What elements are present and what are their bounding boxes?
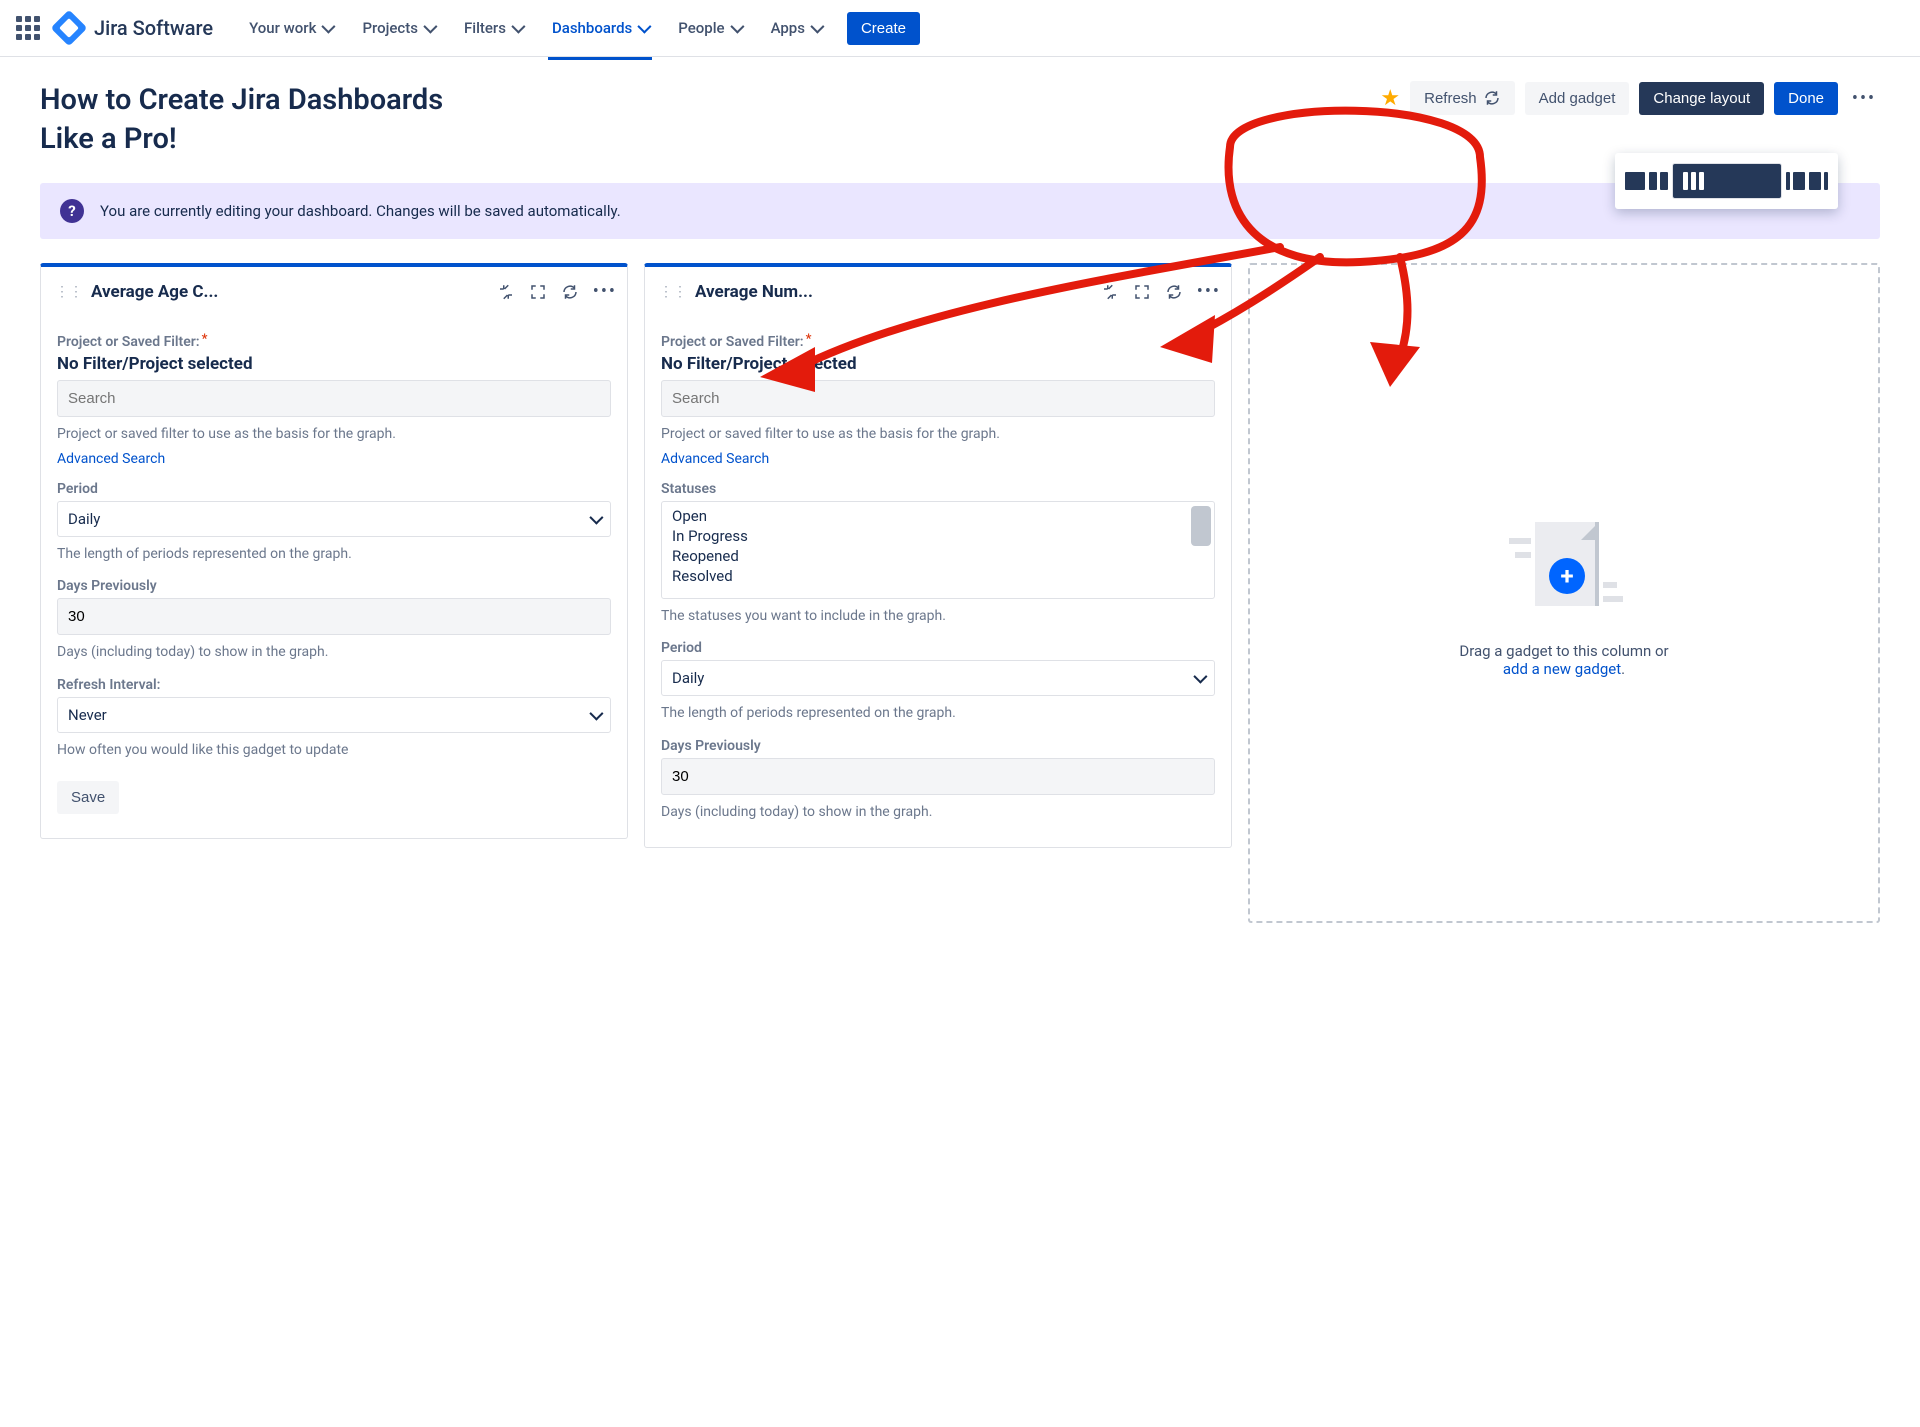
chevron-down-icon	[589, 707, 603, 721]
gadget-more-icon[interactable]: •••	[593, 281, 617, 302]
gadget-more-icon[interactable]: •••	[1197, 281, 1221, 302]
filter-search-input[interactable]	[57, 380, 611, 417]
refresh-button[interactable]: Refresh	[1410, 81, 1515, 115]
filter-value: No Filter/Project selected	[661, 354, 1215, 374]
days-input[interactable]	[661, 758, 1215, 795]
chevron-down-icon	[589, 510, 603, 524]
filter-label: Project or Saved Filter:	[661, 334, 1215, 350]
add-new-gadget-link[interactable]: add a new gadget	[1503, 660, 1621, 678]
nav-people[interactable]: People	[666, 13, 752, 43]
days-help: Days (including today) to show in the gr…	[661, 803, 1215, 823]
layout-option-3col[interactable]	[1672, 163, 1782, 199]
chevron-down-icon	[730, 20, 744, 34]
nav-your-work[interactable]: Your work	[237, 13, 344, 43]
nav-filters[interactable]: Filters	[452, 13, 534, 43]
banner-text: You are currently editing your dashboard…	[100, 202, 621, 220]
status-option[interactable]: In Progress	[662, 526, 1214, 546]
refresh-icon	[1483, 89, 1501, 107]
status-option[interactable]: Resolved	[662, 566, 1214, 586]
chevron-down-icon	[322, 20, 336, 34]
filter-value: No Filter/Project selected	[57, 354, 611, 374]
chevron-down-icon	[1193, 670, 1207, 684]
jira-logo-icon	[51, 10, 88, 47]
period-label: Period	[57, 481, 611, 497]
app-switcher-icon[interactable]	[16, 16, 40, 40]
dots-icon: •••	[1852, 88, 1876, 109]
advanced-search-link[interactable]: Advanced Search	[57, 451, 165, 467]
empty-column-text: Drag a gadget to this column or add a ne…	[1459, 642, 1668, 678]
refresh-interval-label: Refresh Interval:	[57, 677, 611, 693]
fullscreen-icon[interactable]	[529, 283, 547, 301]
empty-dashboard-column[interactable]: + Drag a gadget to this column or add a …	[1248, 263, 1880, 923]
statuses-label: Statuses	[661, 481, 1215, 497]
gadget-title: Average Num...	[695, 282, 1093, 302]
refresh-interval-help: How often you would like this gadget to …	[57, 741, 611, 761]
days-label: Days Previously	[661, 738, 1215, 754]
nav-projects[interactable]: Projects	[350, 13, 446, 43]
fullscreen-icon[interactable]	[1133, 283, 1151, 301]
drag-handle-icon[interactable]: ⋮⋮	[659, 284, 687, 300]
advanced-search-link[interactable]: Advanced Search	[661, 451, 769, 467]
layout-option-2col[interactable]	[1649, 163, 1668, 199]
statuses-listbox[interactable]: Open In Progress Reopened Resolved	[661, 501, 1215, 599]
filter-search-input[interactable]	[661, 380, 1215, 417]
layout-option-right-wide[interactable]	[1809, 163, 1828, 199]
drag-handle-icon[interactable]: ⋮⋮	[55, 284, 83, 300]
period-help: The length of periods represented on the…	[661, 704, 1215, 724]
refresh-interval-select[interactable]: Never	[57, 697, 611, 733]
layout-option-1col[interactable]	[1625, 163, 1645, 199]
period-label: Period	[661, 640, 1215, 656]
editing-info-banner: ? You are currently editing your dashboa…	[40, 183, 1880, 239]
save-button[interactable]: Save	[57, 781, 119, 814]
gadget-average-age: ⋮⋮ Average Age C... ••• Project or Saved…	[40, 263, 628, 838]
status-option[interactable]: Reopened	[662, 546, 1214, 566]
period-help: The length of periods represented on the…	[57, 545, 611, 565]
nav-apps[interactable]: Apps	[759, 13, 833, 43]
help-icon: ?	[60, 199, 84, 223]
chevron-down-icon	[511, 20, 525, 34]
page-title: How to Create Jira Dashboards Like a Pro…	[40, 81, 480, 159]
change-layout-button[interactable]: Change layout	[1639, 82, 1764, 115]
more-actions-button[interactable]: •••	[1848, 82, 1880, 114]
scrollbar-thumb[interactable]	[1191, 506, 1211, 546]
done-button[interactable]: Done	[1774, 82, 1838, 115]
add-gadget-button[interactable]: Add gadget	[1525, 82, 1630, 115]
days-input[interactable]	[57, 598, 611, 635]
gadget-title: Average Age C...	[91, 282, 489, 302]
collapse-icon[interactable]	[497, 283, 515, 301]
filter-label: Project or Saved Filter:	[57, 334, 611, 350]
layout-option-left-wide[interactable]	[1786, 163, 1805, 199]
chevron-down-icon	[638, 20, 652, 34]
nav-dashboards[interactable]: Dashboards	[540, 13, 660, 43]
refresh-gadget-icon[interactable]	[561, 283, 579, 301]
collapse-icon[interactable]	[1101, 283, 1119, 301]
layout-picker-popover	[1615, 153, 1838, 209]
create-button[interactable]: Create	[847, 12, 920, 45]
filter-help: Project or saved filter to use as the ba…	[661, 425, 1215, 445]
days-label: Days Previously	[57, 578, 611, 594]
chevron-down-icon	[423, 20, 437, 34]
period-select[interactable]: Daily	[57, 501, 611, 537]
status-option[interactable]: Open	[662, 506, 1214, 526]
refresh-gadget-icon[interactable]	[1165, 283, 1183, 301]
brand-name: Jira Software	[94, 16, 213, 40]
empty-column-illustration: +	[1509, 508, 1619, 628]
days-help: Days (including today) to show in the gr…	[57, 643, 611, 663]
gadget-average-num: ⋮⋮ Average Num... ••• Project or Saved F…	[644, 263, 1232, 847]
statuses-help: The statuses you want to include in the …	[661, 607, 1215, 627]
period-select[interactable]: Daily	[661, 660, 1215, 696]
filter-help: Project or saved filter to use as the ba…	[57, 425, 611, 445]
star-icon[interactable]: ★	[1380, 86, 1400, 111]
chevron-down-icon	[810, 20, 824, 34]
